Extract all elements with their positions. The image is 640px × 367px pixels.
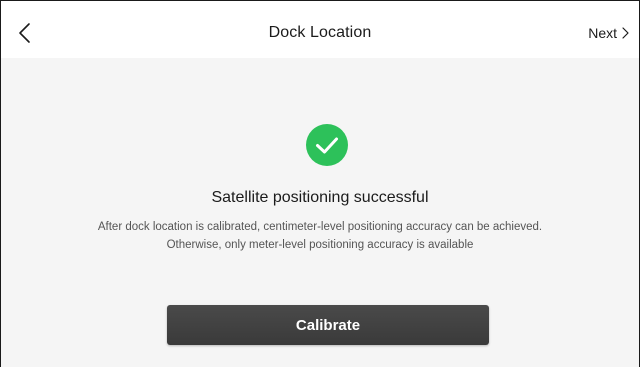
top-bar: Dock Location Next (1, 1, 639, 58)
chevron-right-icon (622, 27, 629, 39)
description-line-1: After dock location is calibrated, centi… (97, 221, 543, 233)
check-circle-icon (306, 124, 348, 166)
status-headline: Satellite positioning successful (211, 189, 429, 206)
next-button[interactable]: Next (588, 25, 629, 41)
main-content: Satellite positioning successful After d… (1, 58, 639, 367)
page-title: Dock Location (268, 24, 372, 41)
description-line-2: Otherwise, only meter-level positioning … (166, 239, 474, 251)
calibrate-button[interactable]: Calibrate (167, 305, 489, 345)
next-label: Next (588, 25, 617, 41)
app-window: Dock Location Next Satellite positioning… (0, 0, 640, 367)
status-description: After dock location is calibrated, centi… (1, 218, 639, 254)
